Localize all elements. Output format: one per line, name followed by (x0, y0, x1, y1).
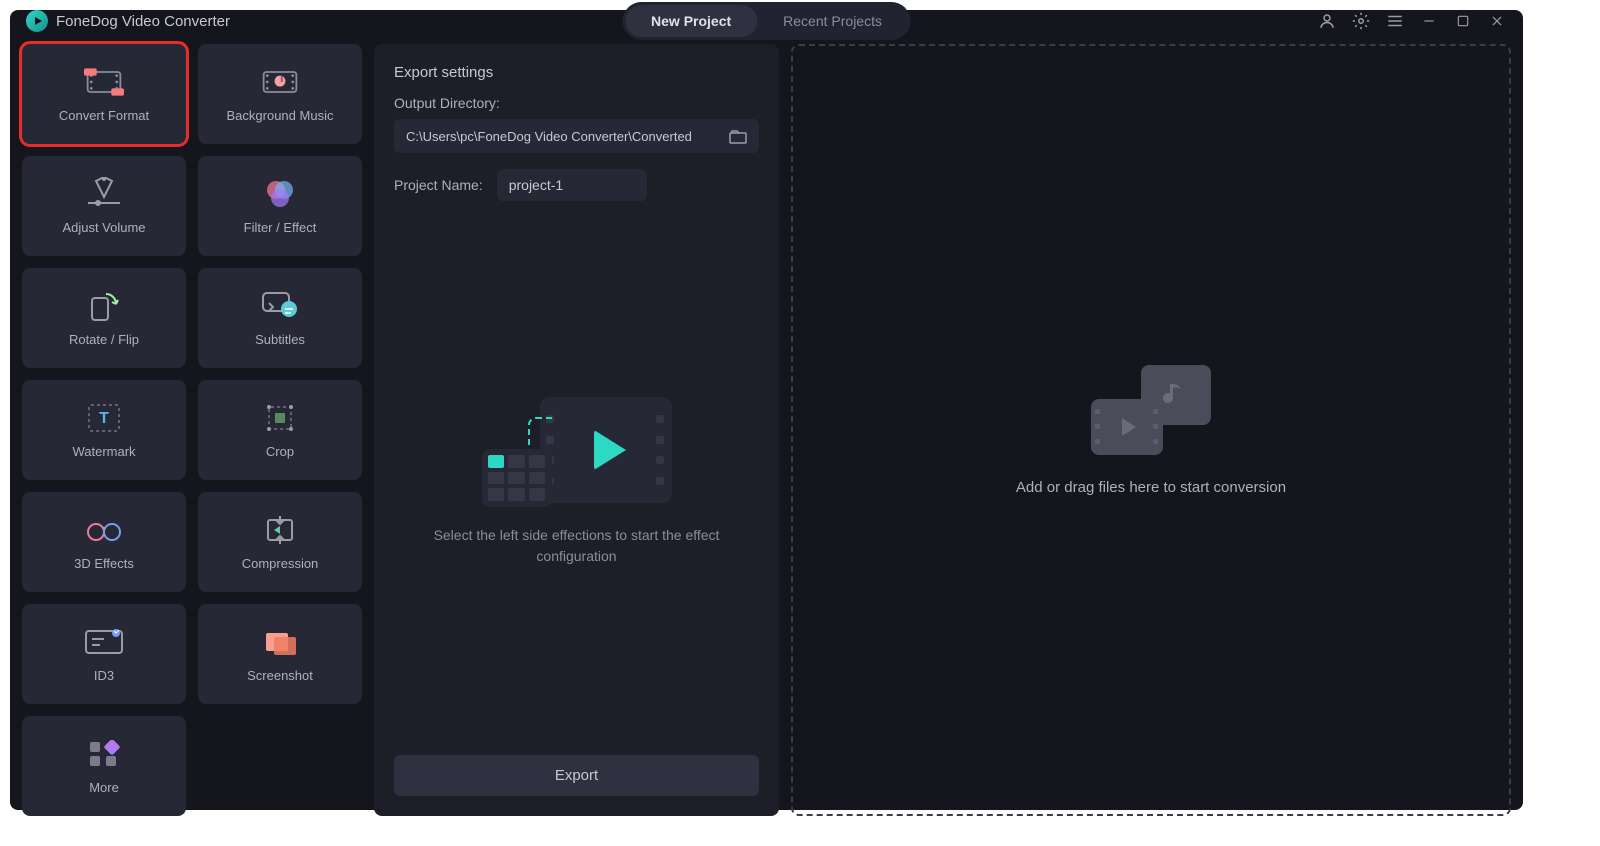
crop-icon (260, 402, 300, 434)
tool-label: Adjust Volume (62, 220, 145, 235)
filter-icon (260, 178, 300, 210)
tool-label: ID3 (94, 668, 114, 683)
gear-icon[interactable] (1351, 11, 1371, 31)
tool-label: Crop (266, 444, 294, 459)
svg-text:T: T (99, 410, 109, 427)
screenshot-icon (260, 626, 300, 658)
tool-more[interactable]: More (22, 716, 186, 816)
tool-background-music[interactable]: Background Music (198, 44, 362, 144)
tool-screenshot[interactable]: Screenshot (198, 604, 362, 704)
music-icon (260, 66, 300, 98)
minimize-button[interactable] (1419, 11, 1439, 31)
tool-crop[interactable]: Crop (198, 380, 362, 480)
app-logo-icon (26, 10, 48, 32)
export-button[interactable]: Export (394, 755, 759, 796)
window-controls (1317, 11, 1507, 31)
compression-icon (260, 514, 300, 546)
tool-label: Compression (242, 556, 319, 571)
maximize-button[interactable] (1453, 11, 1473, 31)
tool-subtitles[interactable]: Subtitles (198, 268, 362, 368)
tool-id3[interactable]: ID3 (22, 604, 186, 704)
app-window: FoneDog Video Converter New Project Rece… (10, 10, 1523, 810)
user-icon[interactable] (1317, 11, 1337, 31)
tool-rotate-flip[interactable]: Rotate / Flip (22, 268, 186, 368)
tab-new-project[interactable]: New Project (625, 5, 757, 37)
tool-label: Screenshot (247, 668, 313, 683)
app-title: FoneDog Video Converter (56, 13, 230, 30)
subtitles-icon (260, 290, 300, 322)
rotate-icon (84, 290, 124, 322)
export-title: Export settings (394, 64, 759, 81)
tool-label: Convert Format (59, 108, 149, 123)
project-tabs: New Project Recent Projects (622, 2, 911, 40)
tool-label: Subtitles (255, 332, 305, 347)
tool-label: Background Music (227, 108, 334, 123)
browse-folder-icon[interactable] (729, 128, 747, 144)
tool-watermark[interactable]: T Watermark (22, 380, 186, 480)
drop-hint-text: Add or drag files here to start conversi… (1016, 479, 1286, 496)
project-name-row: Project Name: (394, 169, 759, 201)
tool-convert-format[interactable]: Convert Format (22, 44, 186, 144)
id3-icon (84, 626, 124, 658)
tool-label: 3D Effects (74, 556, 134, 571)
close-button[interactable] (1487, 11, 1507, 31)
tool-label: Rotate / Flip (69, 332, 139, 347)
menu-icon[interactable] (1385, 11, 1405, 31)
logo-section: FoneDog Video Converter (26, 10, 230, 32)
effect-illustration (482, 397, 672, 507)
tool-compression[interactable]: Compression (198, 492, 362, 592)
file-drop-panel[interactable]: Add or drag files here to start conversi… (791, 44, 1511, 816)
more-icon (84, 738, 124, 770)
tool-adjust-volume[interactable]: Adjust Volume (22, 156, 186, 256)
watermark-icon: T (84, 402, 124, 434)
export-settings-panel: Export settings Output Directory: C:\Use… (374, 44, 779, 816)
effect-hint-text: Select the left side effections to start… (417, 525, 737, 567)
output-dir-label: Output Directory: (394, 95, 759, 111)
project-name-input[interactable] (497, 169, 647, 201)
tab-recent-projects[interactable]: Recent Projects (757, 5, 908, 37)
tool-label: Filter / Effect (244, 220, 317, 235)
output-dir-value: C:\Users\pc\FoneDog Video Converter\Conv… (406, 129, 692, 144)
volume-icon (84, 178, 124, 210)
project-name-label: Project Name: (394, 177, 483, 193)
tool-label: Watermark (72, 444, 135, 459)
3d-icon (84, 514, 124, 546)
output-dir-field[interactable]: C:\Users\pc\FoneDog Video Converter\Conv… (394, 119, 759, 153)
center-illustration: Select the left side effections to start… (394, 221, 759, 743)
tool-3d-effects[interactable]: 3D Effects (22, 492, 186, 592)
drop-illustration (1091, 365, 1211, 455)
main-area: Convert Format Background Music Adjust V… (10, 32, 1523, 828)
convert-icon (84, 66, 124, 98)
titlebar: FoneDog Video Converter New Project Rece… (10, 10, 1523, 32)
tools-sidebar: Convert Format Background Music Adjust V… (22, 44, 362, 816)
tool-label: More (89, 780, 119, 795)
tool-filter-effect[interactable]: Filter / Effect (198, 156, 362, 256)
